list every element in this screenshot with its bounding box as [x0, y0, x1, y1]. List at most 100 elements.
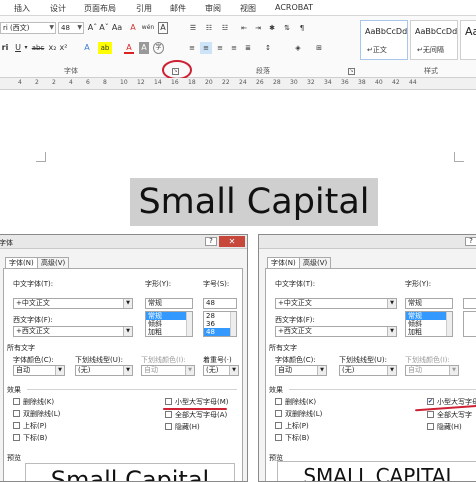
- align-left-icon[interactable]: ≡: [186, 42, 198, 54]
- subscript-button[interactable]: x₂: [48, 42, 57, 54]
- cn-font-value: +中文正文: [16, 299, 50, 307]
- tab-design[interactable]: 设计: [50, 3, 66, 14]
- font-name-combo[interactable]: ri (西文) ▼: [0, 22, 56, 34]
- chevron-down-icon[interactable]: ▾: [23, 42, 29, 54]
- char-shading-button[interactable]: A: [139, 42, 149, 54]
- double-strike-checkbox[interactable]: [13, 410, 20, 417]
- dialog-titlebar: ?: [259, 235, 476, 249]
- scrollbar[interactable]: [446, 312, 452, 336]
- small-caps-checkbox[interactable]: ✔: [427, 398, 434, 405]
- tab-layout[interactable]: 页面布局: [84, 3, 116, 14]
- font-dialog-before: 字体 ? ✕ 字体(N) 高级(V) 中文字体(T): +中文正文 ▼ 字形(Y)…: [0, 234, 248, 482]
- style-heading[interactable]: Aa: [460, 20, 476, 60]
- scrollbar[interactable]: [186, 312, 192, 336]
- help-icon[interactable]: ?: [465, 237, 476, 246]
- all-caps-checkbox[interactable]: [165, 411, 172, 418]
- paragraph-dialog-launcher-icon[interactable]: ↘: [348, 68, 355, 75]
- underline-select[interactable]: (无) ▼: [339, 365, 397, 376]
- tab-references[interactable]: 引用: [136, 3, 152, 14]
- bullets-icon[interactable]: ☰: [187, 22, 199, 34]
- grow-font-button[interactable]: Aˆ: [87, 22, 98, 34]
- line-spacing-icon[interactable]: ↕: [262, 42, 274, 54]
- hidden-label: 隐藏(H): [437, 423, 462, 431]
- strike-checkbox[interactable]: [13, 398, 20, 405]
- shading-icon[interactable]: ◈: [292, 42, 304, 54]
- increase-indent-icon[interactable]: ⇥: [252, 22, 264, 34]
- tab-acrobat[interactable]: ACROBAT: [275, 3, 313, 12]
- size-list-partial[interactable]: [463, 311, 476, 337]
- all-caps-checkbox[interactable]: [427, 411, 434, 418]
- emphasis-select[interactable]: (无) ▼: [203, 365, 239, 376]
- size-input[interactable]: 48: [203, 298, 237, 309]
- font-color-value: 自动: [278, 366, 292, 374]
- font-color-select[interactable]: 自动 ▼: [275, 365, 327, 376]
- distribute-icon[interactable]: ≣: [242, 42, 254, 54]
- size-input-partial[interactable]: [463, 298, 476, 309]
- enclose-char-button[interactable]: 字: [153, 42, 164, 54]
- tab-view[interactable]: 视图: [240, 3, 256, 14]
- cn-font-select[interactable]: +中文正文 ▼: [275, 298, 397, 309]
- tab-mailings[interactable]: 邮件: [170, 3, 186, 14]
- subscript-checkbox[interactable]: [275, 434, 282, 441]
- text-effect-button[interactable]: A: [82, 42, 92, 54]
- west-font-label: 西文字体(F):: [275, 316, 315, 324]
- underline-select[interactable]: (无) ▼: [75, 365, 133, 376]
- justify-icon[interactable]: ≡: [228, 42, 240, 54]
- change-case-button[interactable]: Aa: [110, 22, 124, 34]
- hidden-checkbox[interactable]: [165, 423, 172, 430]
- superscript-button[interactable]: x²: [59, 42, 68, 54]
- close-icon[interactable]: ✕: [219, 236, 245, 247]
- ruler-tick-label: 40: [375, 79, 383, 86]
- strikethrough-button[interactable]: abc: [31, 42, 45, 54]
- west-font-select[interactable]: +西文正文 ▼: [13, 326, 133, 337]
- hidden-checkbox[interactable]: [427, 423, 434, 430]
- show-marks-icon[interactable]: ¶: [296, 22, 308, 34]
- superscript-checkbox[interactable]: [13, 422, 20, 429]
- style-label: 字形(Y):: [145, 280, 172, 288]
- phonetic-guide-button[interactable]: wén: [141, 22, 155, 34]
- subscript-checkbox[interactable]: [13, 434, 20, 441]
- font-dialog-after: ? 字体(N) 高级(V) 中文字体(T): +中文正文 ▼ 字形(Y): 常规 …: [258, 234, 476, 482]
- align-right-icon[interactable]: ≡: [214, 42, 226, 54]
- chinese-layout-icon[interactable]: ✱: [266, 22, 278, 34]
- font-color-select[interactable]: 自动 ▼: [13, 365, 65, 376]
- clear-format-button[interactable]: A: [128, 22, 138, 34]
- style-no-spacing[interactable]: AaBbCcDd ↵无间隔: [410, 20, 458, 60]
- multilevel-icon[interactable]: ☳: [219, 22, 231, 34]
- small-caps-checkbox[interactable]: [165, 398, 172, 405]
- decrease-indent-icon[interactable]: ⇤: [238, 22, 250, 34]
- screenshot-root: 插入 设计 页面布局 引用 邮件 审阅 视图 ACROBAT ri (西文) ▼ …: [0, 0, 476, 482]
- style-list[interactable]: 常规 倾斜 加粗: [405, 311, 453, 337]
- style-normal[interactable]: AaBbCcDd ↵正文: [360, 20, 408, 60]
- superscript-checkbox[interactable]: [275, 422, 282, 429]
- numbering-icon[interactable]: ☷: [203, 22, 215, 34]
- borders-icon[interactable]: ⊞: [313, 42, 325, 54]
- style-input[interactable]: 常规: [145, 298, 193, 309]
- underline-button[interactable]: U: [14, 42, 22, 54]
- chevron-down-icon: ▼: [49, 24, 54, 31]
- help-icon[interactable]: ?: [205, 237, 217, 246]
- style-input[interactable]: 常规: [405, 298, 453, 309]
- ruler-tick-label: 14: [154, 79, 162, 86]
- align-center-icon[interactable]: ≡: [200, 42, 212, 54]
- double-strike-checkbox[interactable]: [275, 410, 282, 417]
- chevron-down-icon: ▼: [387, 299, 396, 308]
- west-font-select[interactable]: +西文正文 ▼: [275, 326, 397, 337]
- strike-checkbox[interactable]: [275, 398, 282, 405]
- font-size-combo[interactable]: 48 ▼: [58, 22, 84, 34]
- char-border-button[interactable]: A: [158, 22, 168, 34]
- sort-icon[interactable]: ⇅: [281, 22, 293, 34]
- scrollbar[interactable]: [230, 312, 236, 336]
- style-list[interactable]: 常规 倾斜 加粗: [145, 311, 193, 337]
- section-effects: 效果: [7, 386, 21, 394]
- shrink-font-button[interactable]: Aˇ: [99, 22, 109, 34]
- highlight-button[interactable]: ab: [98, 42, 112, 54]
- cn-font-select[interactable]: +中文正文 ▼: [13, 298, 133, 309]
- superscript-label: 上标(P): [23, 422, 47, 430]
- selected-headline[interactable]: Small Capital: [130, 178, 378, 226]
- tab-insert[interactable]: 插入: [14, 3, 30, 14]
- chevron-down-icon: ▼: [123, 366, 132, 375]
- font-color-button[interactable]: A: [124, 42, 134, 54]
- size-list[interactable]: 28 36 48: [203, 311, 237, 337]
- tab-review[interactable]: 审阅: [205, 3, 221, 14]
